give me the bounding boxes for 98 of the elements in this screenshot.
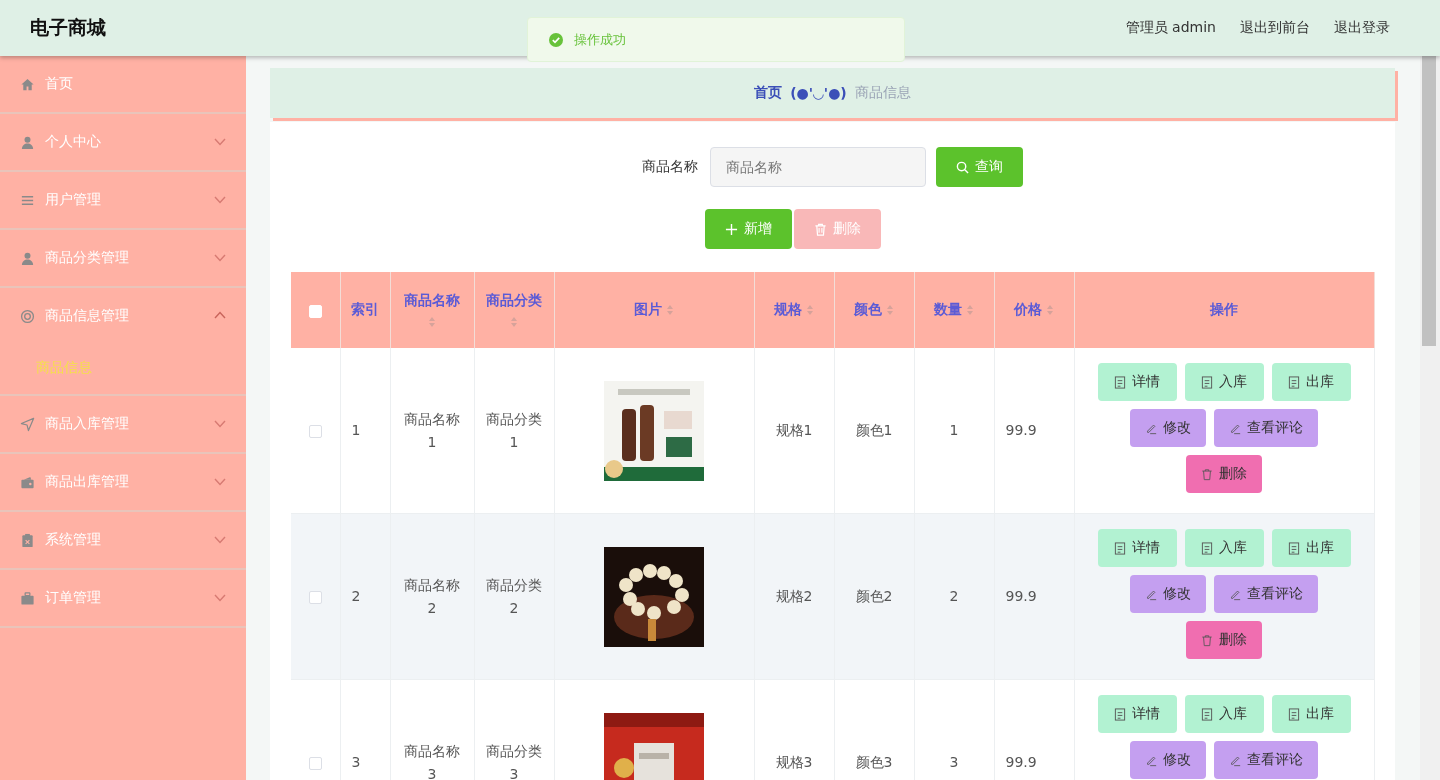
edit-button[interactable]: 查看评论 — [1214, 409, 1318, 447]
edit-button[interactable]: 查看评论 — [1214, 575, 1318, 613]
table-cell: 3 — [340, 679, 390, 780]
document-icon — [1288, 375, 1300, 389]
document-icon — [1201, 541, 1213, 555]
edit-button[interactable]: 查看评论 — [1214, 741, 1318, 779]
table-cell: 商品分类1 — [474, 348, 554, 514]
search-icon — [956, 160, 969, 174]
table-cell: 2 — [914, 513, 994, 680]
action-button[interactable]: 出库 — [1271, 363, 1351, 401]
row-checkbox[interactable] — [308, 756, 322, 770]
table-cell: 1 — [914, 348, 994, 514]
trash-icon — [1201, 467, 1213, 481]
lifebuoy-icon — [20, 308, 35, 324]
table-cell: 颜色2 — [834, 513, 914, 680]
edit-button[interactable]: 修改 — [1130, 575, 1206, 613]
document-icon — [1114, 707, 1126, 721]
table-cell: 商品名称1 — [390, 348, 474, 514]
column-header[interactable]: 索引 — [340, 272, 390, 348]
action-button[interactable]: 入库 — [1184, 529, 1264, 567]
document-icon — [1288, 541, 1300, 555]
column-header[interactable]: 商品名称 — [390, 272, 474, 348]
trash-icon — [813, 222, 827, 236]
row-checkbox[interactable] — [308, 424, 322, 438]
document-icon — [1201, 707, 1213, 721]
row-checkbox[interactable] — [308, 590, 322, 604]
action-button[interactable]: 出库 — [1271, 529, 1351, 567]
column-header[interactable]: 数量 — [914, 272, 994, 348]
menu-item[interactable]: 个人中心 — [0, 114, 246, 170]
breadcrumb-link[interactable]: 首页 — [754, 84, 783, 102]
table-cell: 规格3 — [754, 679, 834, 780]
paper-plane-icon — [20, 416, 35, 432]
delete-button[interactable]: 删除 — [1186, 455, 1262, 493]
menu-item[interactable]: 商品信息管理 — [0, 288, 246, 344]
header-link[interactable]: 退出到前台 — [1240, 19, 1310, 37]
edit-button[interactable]: 修改 — [1130, 741, 1206, 779]
person-icon — [20, 134, 35, 150]
menu-item[interactable]: 商品出库管理 — [0, 454, 246, 510]
table-cell: 99.9 — [994, 348, 1074, 514]
column-header[interactable]: 规格 — [754, 272, 834, 348]
user-label: 管理员 admin — [1125, 19, 1216, 37]
add-button[interactable]: 新增 — [704, 209, 792, 249]
menu-item[interactable]: 订单管理 — [0, 570, 246, 626]
trash-icon — [1201, 633, 1213, 647]
scrollbar[interactable] — [1420, 56, 1440, 780]
menu-item[interactable]: 商品入库管理 — [0, 396, 246, 452]
document-icon — [1201, 375, 1213, 389]
action-button[interactable]: 入库 — [1184, 363, 1264, 401]
delete-button[interactable]: 删除 — [1186, 621, 1262, 659]
action-button[interactable]: 详情 — [1097, 695, 1177, 733]
menu-item[interactable]: 首页 — [0, 56, 246, 112]
search-field[interactable]: 商品名称 — [710, 147, 926, 187]
action-button[interactable]: 详情 — [1097, 363, 1177, 401]
table-cell: 规格2 — [754, 513, 834, 680]
header-link[interactable]: 退出登录 — [1334, 19, 1390, 37]
table-cell: 3 — [914, 679, 994, 780]
person-icon — [20, 250, 35, 266]
table-cell: 商品分类3 — [474, 679, 554, 780]
check-circle-icon — [548, 31, 564, 48]
table-cell: 颜色1 — [834, 348, 914, 514]
search-button[interactable]: 查询 — [936, 147, 1023, 187]
home-icon — [20, 76, 35, 92]
column-header[interactable]: 操作 — [1074, 272, 1374, 348]
breadcrumb-separator: (●'◡'●) — [790, 85, 847, 101]
action-button[interactable]: 入库 — [1184, 695, 1264, 733]
table-cell: 颜色3 — [834, 679, 914, 780]
document-icon — [1114, 375, 1126, 389]
select-all-checkbox[interactable] — [308, 304, 322, 318]
table-cell: 1 — [340, 348, 390, 514]
plus-icon — [724, 222, 738, 236]
table-cell: 商品名称3 — [390, 679, 474, 780]
table-cell: 99.9 — [994, 513, 1074, 680]
menu-item[interactable]: 用户管理 — [0, 172, 246, 228]
table-cell: 商品名称2 — [390, 513, 474, 680]
menu-item[interactable]: 商品分类管理 — [0, 230, 246, 286]
table-cell: 99.9 — [994, 679, 1074, 780]
column-header[interactable]: 颜色 — [834, 272, 914, 348]
clipboard-icon — [20, 532, 35, 548]
column-header[interactable]: 价格 — [994, 272, 1074, 348]
document-icon — [1114, 541, 1126, 555]
delete-button[interactable]: 删除 — [793, 209, 881, 249]
action-button[interactable]: 详情 — [1097, 529, 1177, 567]
toast-message: 操作成功 — [574, 30, 626, 49]
table-cell: 2 — [340, 513, 390, 680]
table-cell: 规格1 — [754, 348, 834, 514]
field-label: 商品名称 — [642, 158, 698, 176]
app-title: 电子商城 — [30, 15, 106, 40]
column-header[interactable]: 图片 — [554, 272, 754, 348]
column-header[interactable]: 商品分类 — [474, 272, 554, 348]
action-button[interactable]: 出库 — [1271, 695, 1351, 733]
wallet-icon — [20, 474, 35, 490]
edit-button[interactable]: 修改 — [1130, 409, 1206, 447]
table-cell: 商品分类2 — [474, 513, 554, 680]
document-icon — [1288, 707, 1300, 721]
scrollbar-thumb[interactable] — [1422, 56, 1436, 346]
briefcase-icon — [20, 590, 35, 606]
menu-item[interactable]: 系统管理 — [0, 512, 246, 568]
breadcrumb-current: 商品信息 — [854, 84, 911, 102]
